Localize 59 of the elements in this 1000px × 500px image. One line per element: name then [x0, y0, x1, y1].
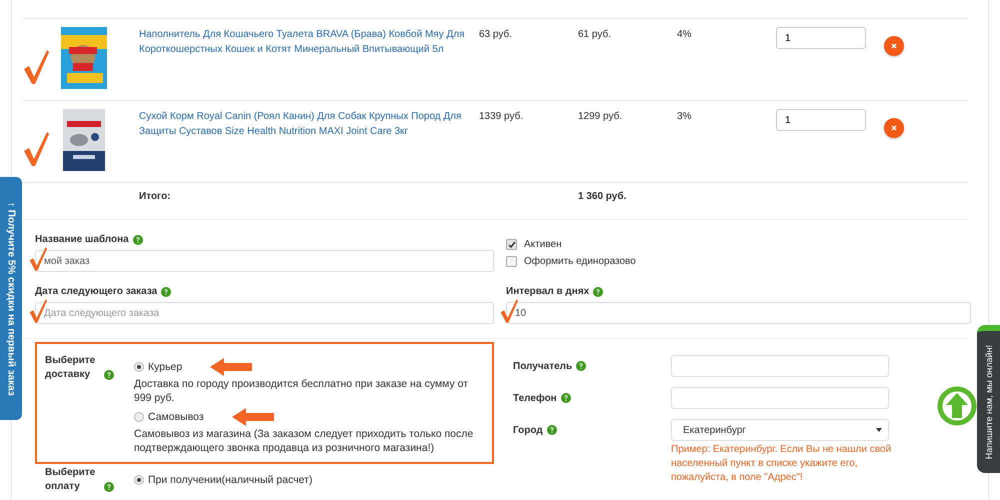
- radio-button[interactable]: [134, 475, 144, 485]
- caret-icon: [876, 428, 882, 432]
- help-icon[interactable]: [104, 482, 114, 492]
- section-label: Выберите доставку: [45, 354, 96, 382]
- radio-button[interactable]: [134, 412, 144, 422]
- delete-button[interactable]: [884, 118, 904, 138]
- discount-text: 4%: [677, 28, 692, 42]
- product-link[interactable]: Наполнитель Для Кошачьего Туалета BRAVA (Брава) Ковбой Мяу Для Короткошерстных Кошек и Котят Минеральный Впитывающий 5л: [139, 27, 479, 57]
- template-name-field[interactable]: мой заказ: [35, 250, 494, 272]
- scroll-up-icon[interactable]: [937, 386, 977, 426]
- date-field[interactable]: Дата следующего заказа: [35, 302, 494, 324]
- close-icon: [891, 125, 897, 131]
- help-icon[interactable]: [161, 286, 172, 296]
- section-label: Выберите оплату: [45, 466, 96, 494]
- discount-text: 3%: [677, 110, 692, 124]
- interval-field[interactable]: 10: [506, 302, 971, 324]
- radio-option[interactable]: При получении(наличный расчет): [134, 474, 312, 486]
- text-field[interactable]: [671, 387, 889, 409]
- field-label: Телефон: [513, 392, 557, 404]
- field-label: Название шаблона: [35, 234, 129, 245]
- price-text: 63 руб.: [479, 28, 513, 42]
- text-field[interactable]: [671, 355, 889, 377]
- price-text: 1339 руб.: [479, 110, 524, 124]
- help-icon[interactable]: [104, 370, 114, 380]
- checkbox-option[interactable]: Оформить единоразово: [506, 255, 971, 268]
- delete-button[interactable]: [884, 36, 904, 56]
- radio-option[interactable]: Курьер: [134, 361, 182, 373]
- checkbox[interactable]: [506, 239, 517, 250]
- option-description: Доставка по городу производится бесплатно при заказе на сумму от 999 руб.: [134, 377, 470, 405]
- checkbox-option[interactable]: Активен: [506, 238, 971, 251]
- hint-text: Пример: Екатеринбург. Если Вы не нашли свой населенный пункт в списке укажите его, пожалуйста, в поле "Адрес"!: [671, 443, 892, 485]
- promo-tab[interactable]: ↑ Получите 5% скидки на первый заказ: [0, 177, 22, 420]
- field-label: Дата следующего заказа: [35, 286, 158, 297]
- chat-tab[interactable]: Напишите нам, мы онлайн!: [977, 325, 1000, 473]
- help-icon[interactable]: [593, 286, 604, 296]
- product-link[interactable]: Сухой Корм Royal Canin (Роял Канин) Для Собак Крупных Пород Для Защиты Суставов Size Health Nutrition MAXI Joint Care 3кг: [139, 109, 479, 139]
- check-mark-icon: [23, 131, 49, 167]
- sale-price-text: 61 руб.: [578, 28, 612, 42]
- total-value: 1 360 руб.: [578, 191, 628, 202]
- arrow-icon: [210, 358, 252, 376]
- option-description: Самовывоз из магазина (За заказом следует приходить только после подтверждающего звонка продавца из розничного магазина!): [134, 427, 474, 455]
- help-icon[interactable]: [560, 393, 571, 403]
- sale-price-text: 1299 руб.: [578, 110, 624, 124]
- close-icon: [891, 43, 897, 49]
- help-icon[interactable]: [132, 234, 143, 244]
- quantity-field[interactable]: 1: [776, 27, 866, 49]
- arrow-icon: [232, 408, 274, 426]
- check-mark-icon: [23, 49, 49, 85]
- city-dropdown[interactable]: Екатеринбург: [671, 419, 889, 441]
- checkbox[interactable]: [506, 256, 517, 267]
- field-label: Город: [513, 424, 543, 436]
- field-label: Получатель: [513, 360, 572, 372]
- radio-option[interactable]: Самовывоз: [134, 411, 204, 423]
- total-label: Итого:: [139, 191, 172, 202]
- field-label: Интервал в днях: [506, 286, 590, 297]
- radio-button[interactable]: [134, 362, 144, 372]
- help-icon[interactable]: [576, 361, 586, 371]
- help-icon[interactable]: [546, 425, 557, 435]
- quantity-field[interactable]: 1: [776, 109, 866, 131]
